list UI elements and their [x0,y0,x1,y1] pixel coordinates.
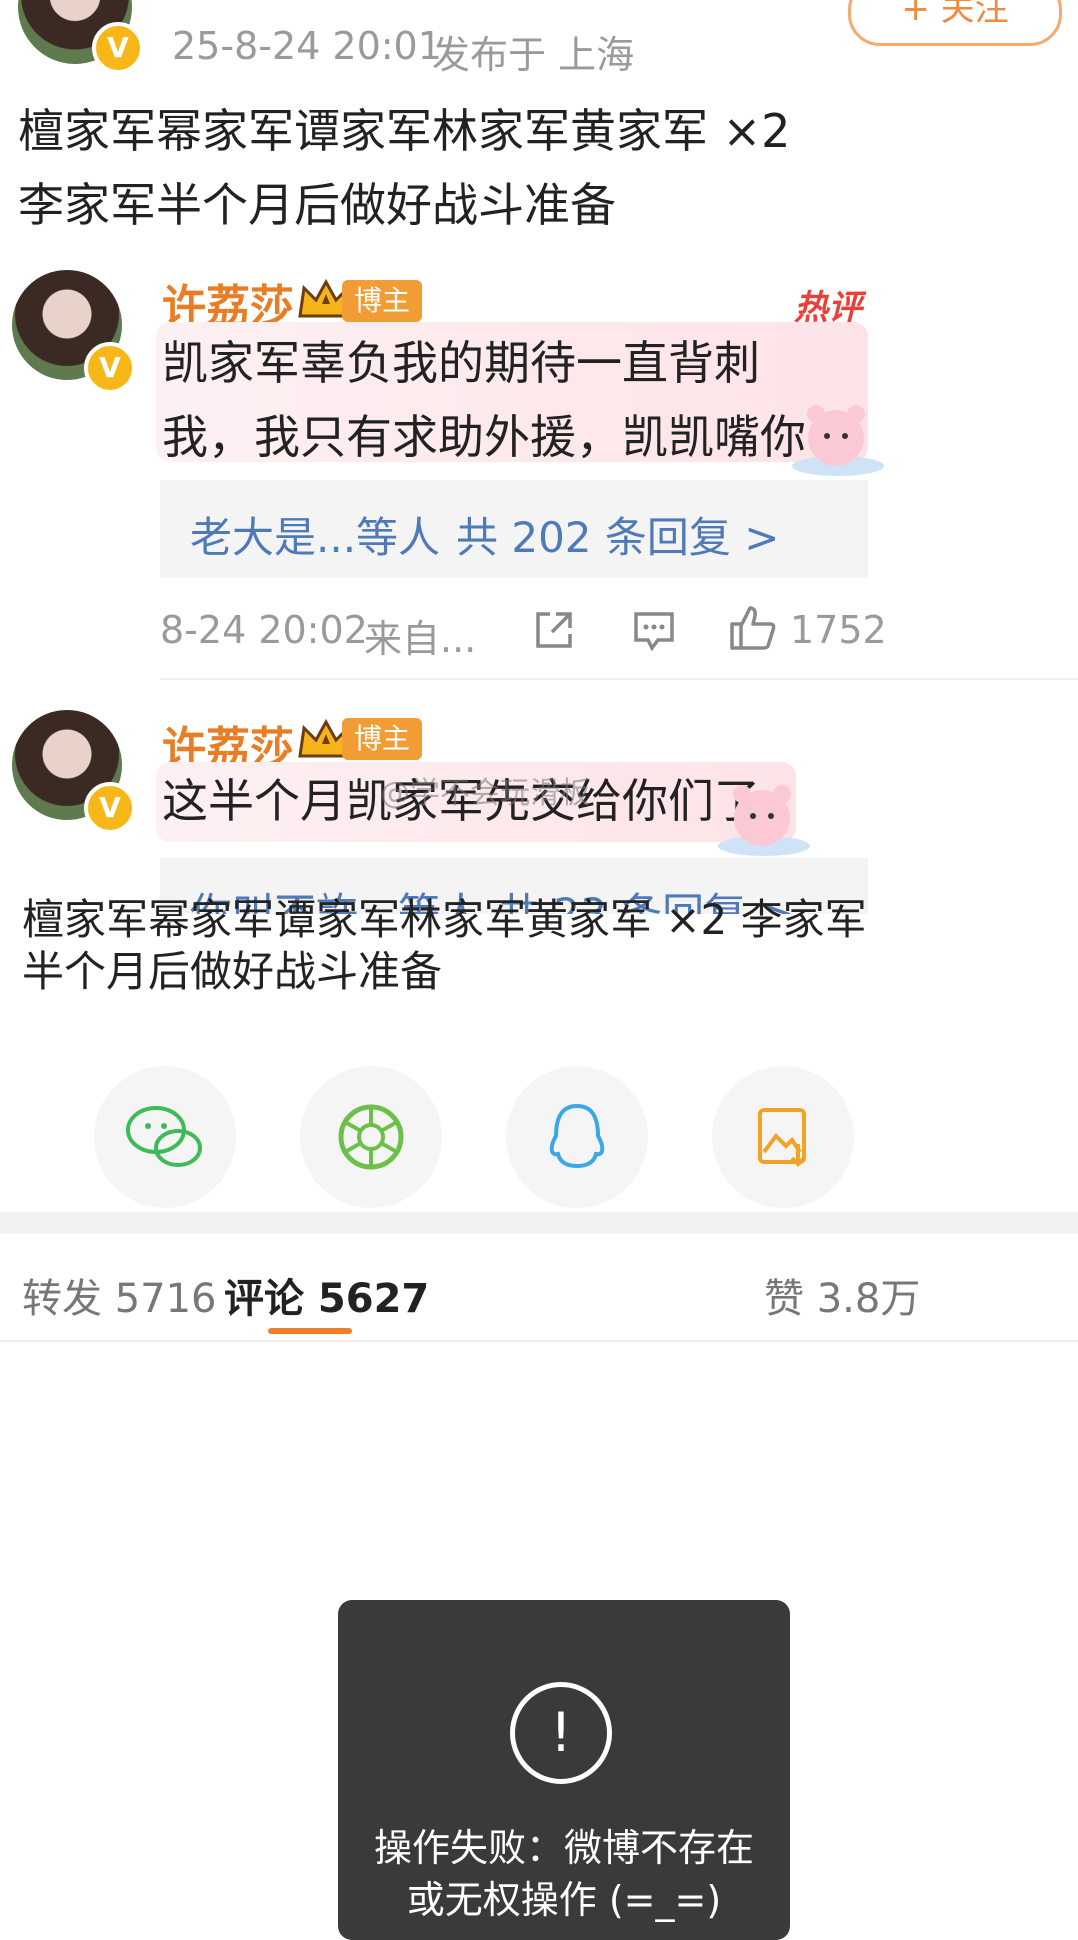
post-location: 发布于 上海 [432,33,635,77]
repost-caption: 檀家军幂家军谭家军林家军黄家军 ×2 李家军半个月后做好战斗准备 [22,895,867,996]
verified-badge-icon: V [92,22,144,74]
post-text: 檀家军幂家军谭家军林家军黄家军 ×2 李家军半个月后做好战斗准备 [18,104,791,232]
divider [0,1340,1078,1342]
toast-message: 操作失败：微博不存在或无权操作 (=_=) [373,1826,754,1922]
qq-icon [549,1103,605,1169]
tab-repost[interactable]: 转发 5716 [22,1266,217,1324]
share-wechat-button[interactable] [94,1066,236,1208]
comment-icon[interactable] [632,608,676,652]
like-icon[interactable] [728,604,778,652]
save-image-button[interactable] [712,1066,854,1208]
bear-sticker-icon [718,785,810,856]
tab-active-indicator [268,1328,352,1334]
section-divider [0,1212,1078,1234]
save-image-icon [758,1108,806,1167]
tab-like[interactable]: 赞 3.8万 [764,1266,920,1324]
verified-badge-icon: V [84,782,136,834]
replies-count-link[interactable]: 共 202 条回复 > [456,504,779,565]
verified-badge-icon: V [84,342,136,394]
watermark: @学不会玩滑板 [380,776,590,811]
follow-button[interactable]: + 关注 [848,0,1062,46]
comment-source: 来自... [364,617,477,661]
replies-preview-users: 老大是...等人 [190,513,441,562]
blogger-badge: 博主 [342,718,423,760]
share-qq-button[interactable] [506,1066,648,1208]
divider [160,678,1078,680]
share-moments-button[interactable] [300,1066,442,1208]
post-timestamp: 25-8-24 20:01 [172,24,442,68]
tab-comment[interactable]: 评论 5627 [224,1266,429,1324]
alert-icon: ! [510,1682,612,1784]
blogger-badge: 博主 [342,280,423,322]
share-icon[interactable] [532,608,576,652]
wechat-icon [126,1106,202,1167]
replies-preview[interactable]: 老大是...等人 共 202 条回复 > [160,480,868,578]
comment-time: 8-24 20:02 [160,608,368,652]
moments-icon [338,1104,404,1170]
bear-sticker-icon [792,405,884,476]
error-toast: ! 操作失败：微博不存在或无权操作 (=_=) [338,1600,790,1940]
like-count: 1752 [790,608,887,652]
